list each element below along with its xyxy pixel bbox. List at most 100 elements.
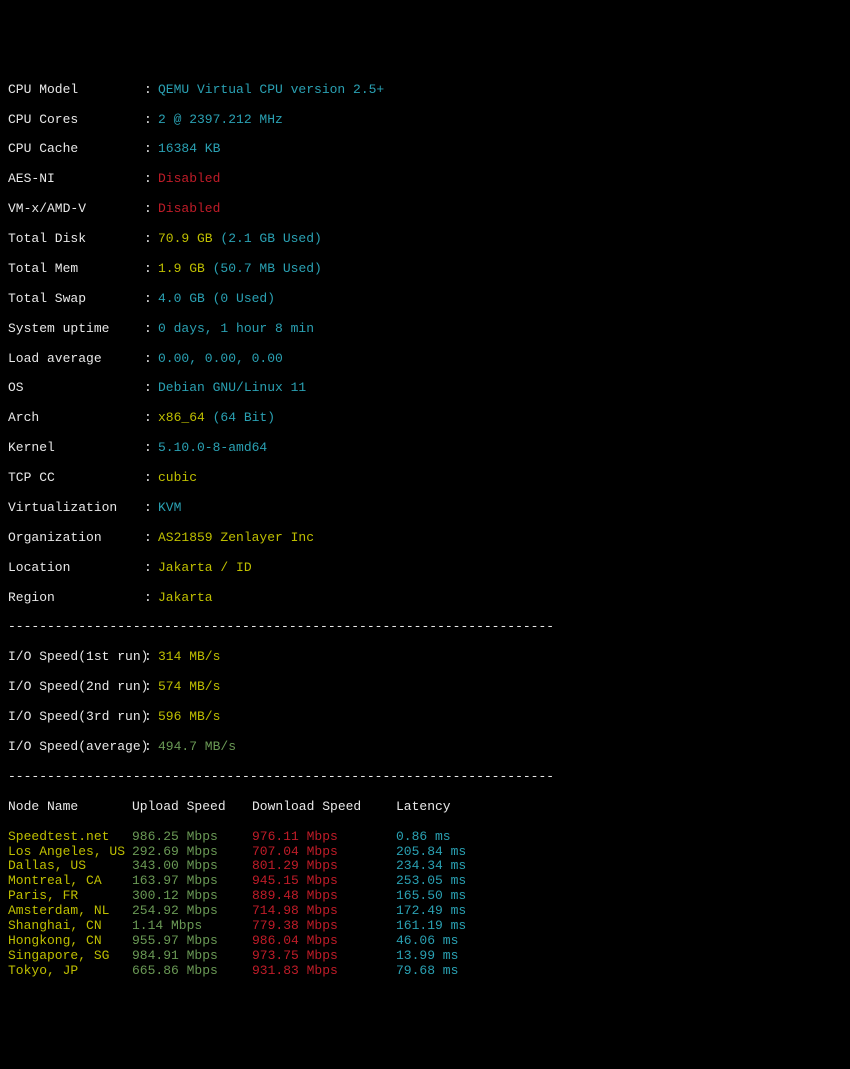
aes-ni-value: Disabled (158, 171, 220, 186)
speedtest-row: Singapore, SG984.91 Mbps973.75 Mbps13.99… (8, 949, 842, 964)
header-node: Node Name (8, 800, 132, 815)
total-mem-row: Total Mem: 1.9 GB (50.7 MB Used) (8, 262, 842, 277)
latency: 46.06 ms (396, 934, 458, 949)
speedtest-row: Hongkong, CN955.97 Mbps986.04 Mbps46.06 … (8, 934, 842, 949)
region-row: Region: Jakarta (8, 591, 842, 606)
kernel-value: 5.10.0-8-amd64 (158, 440, 267, 455)
vmx-label: VM-x/AMD-V (8, 202, 144, 217)
header-upload: Upload Speed (132, 800, 252, 815)
speedtest-row: Amsterdam, NL254.92 Mbps714.98 Mbps172.4… (8, 904, 842, 919)
header-latency: Latency (396, 800, 451, 815)
upload-speed: 292.69 Mbps (132, 845, 252, 860)
latency: 253.05 ms (396, 874, 466, 889)
io-1-value: 314 MB/s (158, 649, 220, 664)
speedtest-row: Montreal, CA163.97 Mbps945.15 Mbps253.05… (8, 874, 842, 889)
loc-label: Location (8, 561, 144, 576)
upload-speed: 343.00 Mbps (132, 859, 252, 874)
vmx-row: VM-x/AMD-V: Disabled (8, 202, 842, 217)
download-speed: 779.38 Mbps (252, 919, 396, 934)
latency: 161.19 ms (396, 919, 466, 934)
io-1-label: I/O Speed(1st run) (8, 650, 144, 665)
os-label: OS (8, 381, 144, 396)
loadavg-label: Load average (8, 352, 144, 367)
speedtest-row: Tokyo, JP665.86 Mbps931.83 Mbps79.68 ms (8, 964, 842, 979)
kernel-row: Kernel: 5.10.0-8-amd64 (8, 441, 842, 456)
node-name: Montreal, CA (8, 874, 132, 889)
total-mem-value: 1.9 GB (158, 261, 205, 276)
loc-row: Location: Jakarta / ID (8, 561, 842, 576)
kernel-label: Kernel (8, 441, 144, 456)
io-3-row: I/O Speed(3rd run): 596 MB/s (8, 710, 842, 725)
aes-ni-row: AES-NI: Disabled (8, 172, 842, 187)
arch-note: (64 Bit) (213, 410, 275, 425)
upload-speed: 665.86 Mbps (132, 964, 252, 979)
io-2-row: I/O Speed(2nd run): 574 MB/s (8, 680, 842, 695)
cpu-model-label: CPU Model (8, 83, 144, 98)
download-speed: 707.04 Mbps (252, 845, 396, 860)
upload-speed: 955.97 Mbps (132, 934, 252, 949)
io-2-value: 574 MB/s (158, 679, 220, 694)
cpu-cache-value: 16384 KB (158, 141, 220, 156)
virt-row: Virtualization: KVM (8, 501, 842, 516)
io-1-row: I/O Speed(1st run): 314 MB/s (8, 650, 842, 665)
speedtest-row: Speedtest.net986.25 Mbps976.11 Mbps0.86 … (8, 830, 842, 845)
speedtest-row: Dallas, US343.00 Mbps801.29 Mbps234.34 m… (8, 859, 842, 874)
tcpcc-value: cubic (158, 470, 197, 485)
arch-label: Arch (8, 411, 144, 426)
cpu-model-row: CPU Model: QEMU Virtual CPU version 2.5+ (8, 83, 842, 98)
latency: 79.68 ms (396, 964, 458, 979)
total-disk-value: 70.9 GB (158, 231, 213, 246)
node-name: Paris, FR (8, 889, 132, 904)
io-avg-row: I/O Speed(average): 494.7 MB/s (8, 740, 842, 755)
node-name: Amsterdam, NL (8, 904, 132, 919)
node-name: Los Angeles, US (8, 845, 132, 860)
tcpcc-label: TCP CC (8, 471, 144, 486)
total-disk-label: Total Disk (8, 232, 144, 247)
org-row: Organization: AS21859 Zenlayer Inc (8, 531, 842, 546)
os-value: Debian GNU/Linux 11 (158, 380, 306, 395)
node-name: Singapore, SG (8, 949, 132, 964)
cpu-cache-row: CPU Cache: 16384 KB (8, 142, 842, 157)
latency: 234.34 ms (396, 859, 466, 874)
total-swap-row: Total Swap: 4.0 GB (0 Used) (8, 292, 842, 307)
cpu-cores-label: CPU Cores (8, 113, 144, 128)
uptime-row: System uptime: 0 days, 1 hour 8 min (8, 322, 842, 337)
io-avg-value: 494.7 MB/s (158, 739, 236, 754)
virt-label: Virtualization (8, 501, 144, 516)
node-name: Shanghai, CN (8, 919, 132, 934)
io-2-label: I/O Speed(2nd run) (8, 680, 144, 695)
loadavg-row: Load average: 0.00, 0.00, 0.00 (8, 352, 842, 367)
latency: 172.49 ms (396, 904, 466, 919)
divider: ----------------------------------------… (8, 620, 842, 635)
os-row: OS: Debian GNU/Linux 11 (8, 381, 842, 396)
terminal-output: CPU Model: QEMU Virtual CPU version 2.5+… (8, 68, 842, 994)
vmx-value: Disabled (158, 201, 220, 216)
total-mem-note: (50.7 MB Used) (213, 261, 322, 276)
total-swap-value: 4.0 GB (158, 291, 205, 306)
speedtest-rows: Speedtest.net986.25 Mbps976.11 Mbps0.86 … (8, 830, 842, 979)
region-label: Region (8, 591, 144, 606)
download-speed: 714.98 Mbps (252, 904, 396, 919)
arch-row: Arch: x86_64 (64 Bit) (8, 411, 842, 426)
upload-speed: 1.14 Mbps (132, 919, 252, 934)
org-value: AS21859 Zenlayer Inc (158, 530, 314, 545)
org-label: Organization (8, 531, 144, 546)
speedtest-row: Los Angeles, US292.69 Mbps707.04 Mbps205… (8, 845, 842, 860)
region-value: Jakarta (158, 590, 213, 605)
latency: 205.84 ms (396, 845, 466, 860)
upload-speed: 163.97 Mbps (132, 874, 252, 889)
upload-speed: 254.92 Mbps (132, 904, 252, 919)
loadavg-value: 0.00, 0.00, 0.00 (158, 351, 283, 366)
latency: 0.86 ms (396, 830, 451, 845)
total-swap-note: (0 Used) (213, 291, 275, 306)
header-download: Download Speed (252, 800, 396, 815)
arch-value: x86_64 (158, 410, 205, 425)
io-3-label: I/O Speed(3rd run) (8, 710, 144, 725)
download-speed: 945.15 Mbps (252, 874, 396, 889)
speedtest-row: Shanghai, CN1.14 Mbps779.38 Mbps161.19 m… (8, 919, 842, 934)
cpu-cores-row: CPU Cores: 2 @ 2397.212 MHz (8, 113, 842, 128)
cpu-model-value: QEMU Virtual CPU version 2.5+ (158, 82, 384, 97)
download-speed: 801.29 Mbps (252, 859, 396, 874)
virt-value: KVM (158, 500, 181, 515)
download-speed: 986.04 Mbps (252, 934, 396, 949)
